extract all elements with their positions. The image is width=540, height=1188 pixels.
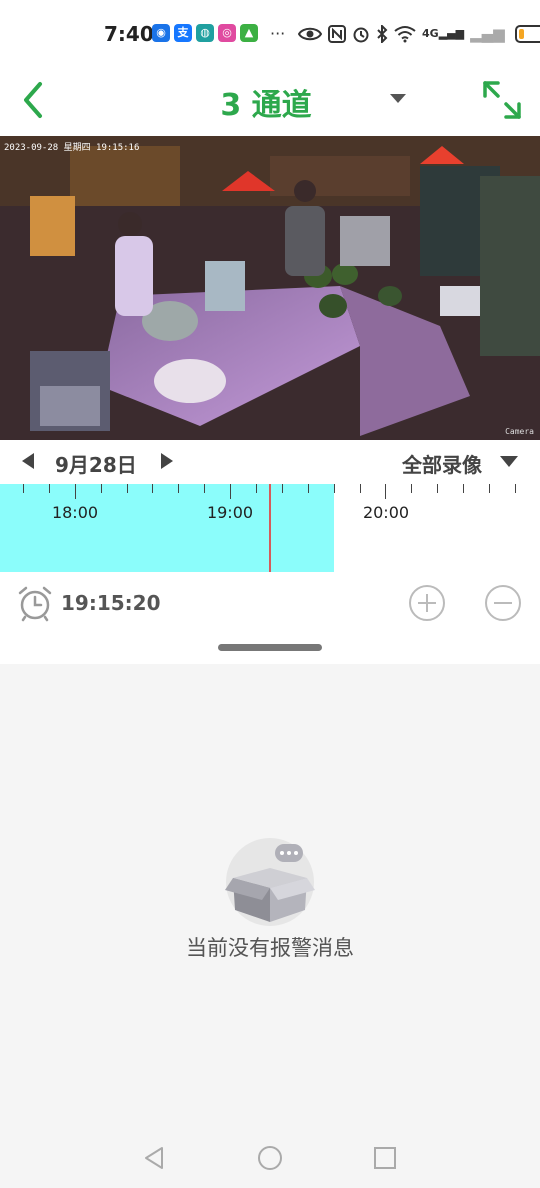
empty-alarm-message: 当前没有报警消息 <box>186 936 354 960</box>
drag-handle[interactable] <box>218 644 322 651</box>
bluetooth-icon <box>377 25 388 43</box>
timeline-tick <box>256 484 257 493</box>
timeline-tick <box>49 484 50 493</box>
camera-label: Camera <box>505 427 534 436</box>
video-player[interactable]: 2023-09-28 星期四 19:15:16 Camera <box>0 136 540 440</box>
nfc-icon <box>328 25 346 43</box>
timeline-tick <box>127 484 128 493</box>
nav-home-icon[interactable] <box>256 1144 284 1172</box>
alarm-clock-icon <box>18 586 52 622</box>
status-app-icons: ◉ 支 ◍ ◎ ▲ <box>152 24 258 42</box>
timeline-tick <box>23 484 24 493</box>
video-timestamp: 2023-09-28 星期四 19:15:16 <box>4 143 140 153</box>
fullscreen-button[interactable] <box>480 78 524 122</box>
nav-recents-icon[interactable] <box>371 1144 399 1172</box>
channel-dropdown-icon[interactable] <box>390 94 406 103</box>
zoom-in-button[interactable] <box>408 584 446 622</box>
eye-icon <box>298 27 322 41</box>
timeline-tick <box>411 484 412 493</box>
status-bar: 7:40 ◉ 支 ◍ ◎ ▲ ··· 4G▂▄▆ ▂▄▆ <box>0 0 540 64</box>
recorded-segment <box>0 484 334 572</box>
timeline-tick <box>204 484 205 493</box>
current-playback-time: 19:15:20 <box>61 591 161 615</box>
timeline-tick <box>515 484 516 493</box>
video-frame <box>0 136 540 440</box>
channel-title[interactable]: 3 通道 <box>0 80 532 124</box>
signal-empty-icon: ▂▄▆ <box>470 25 505 43</box>
nav-back-icon[interactable] <box>140 1144 168 1172</box>
previous-day-button[interactable] <box>22 453 34 469</box>
timeline-tick <box>334 484 335 493</box>
timeline-tick <box>230 484 231 499</box>
app-blue-icon: ◉ <box>152 24 170 42</box>
alarm-status-icon <box>353 27 369 43</box>
timeline-tick <box>101 484 102 493</box>
playback-timeline[interactable]: 18:00 19:00 20:00 <box>0 484 540 572</box>
timeline-tick <box>437 484 438 493</box>
playback-controls: 19:15:20 <box>0 572 540 636</box>
timeline-label: 18:00 <box>51 503 99 522</box>
timeline-label: 20:00 <box>362 503 410 522</box>
timeline-tick <box>385 484 386 499</box>
playback-cursor[interactable] <box>269 484 271 572</box>
timeline-tick <box>308 484 309 493</box>
status-time: 7:40 <box>104 22 154 46</box>
next-day-button[interactable] <box>161 453 173 469</box>
more-notifications-icon: ··· <box>270 24 286 43</box>
zoom-out-button[interactable] <box>484 584 522 622</box>
timeline-tick <box>463 484 464 493</box>
timeline-tick <box>178 484 179 493</box>
record-filter[interactable]: 全部录像 <box>402 449 482 478</box>
app-teal-icon: ◍ <box>196 24 214 42</box>
date-label[interactable]: 9月28日 <box>55 449 137 478</box>
wifi-icon <box>394 26 416 43</box>
timeline-tick <box>360 484 361 493</box>
header: 3 通道 <box>0 64 540 136</box>
app-pink-icon: ◎ <box>218 24 236 42</box>
date-navigation: 9月28日 全部录像 <box>0 440 540 484</box>
timeline-tick <box>489 484 490 493</box>
empty-box-icon <box>225 838 315 926</box>
app-green-icon: ▲ <box>240 24 258 42</box>
timeline-tick <box>75 484 76 499</box>
alarm-message-list: 当前没有报警消息 <box>0 664 540 1128</box>
record-filter-dropdown-icon[interactable] <box>500 456 518 467</box>
timeline-tick <box>282 484 283 493</box>
battery-icon <box>514 25 540 43</box>
timeline-tick <box>152 484 153 493</box>
signal-4g-icon: 4G▂▄▆ <box>422 27 465 40</box>
timeline-label: 19:00 <box>206 503 254 522</box>
system-navigation-bar <box>0 1128 540 1188</box>
alipay-icon: 支 <box>174 24 192 42</box>
